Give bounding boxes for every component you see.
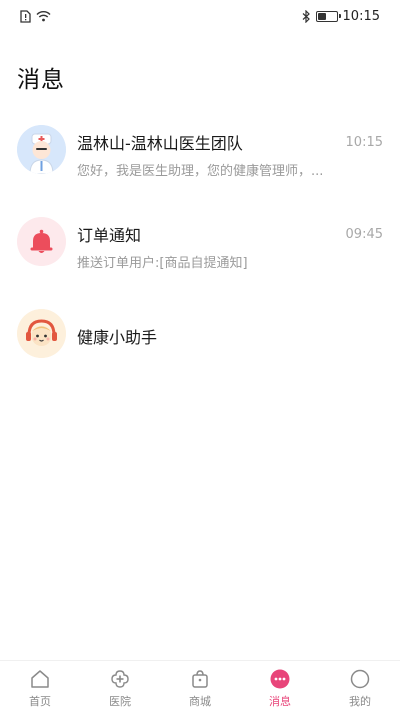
tab-profile[interactable]: 我的 (320, 661, 400, 711)
conversation-name: 温林山-温林山医生团队 (77, 134, 243, 153)
doctor-avatar-icon (17, 125, 66, 174)
shop-bag-icon (189, 668, 211, 690)
home-icon (29, 668, 51, 690)
conversation-content: 温林山-温林山医生团队 10:15 您好，我是医生助理，您的健康管理师，... (77, 125, 383, 179)
conversation-content: 健康小助手 (77, 309, 383, 348)
bottom-tabbar: 首页 医院 商城 消息 我的 (0, 660, 400, 711)
conversation-list: 温林山-温林山医生团队 10:15 您好，我是医生助理，您的健康管理师，... … (0, 118, 400, 394)
hospital-icon (109, 668, 131, 690)
conversation-item-order-notice[interactable]: 订单通知 09:45 推送订单用户:[商品自提通知] (0, 210, 400, 302)
bell-icon (17, 217, 66, 266)
conversation-preview: 推送订单用户:[商品自提通知] (77, 256, 248, 271)
tab-label: 我的 (349, 695, 371, 708)
conversation-time: 10:15 (345, 134, 383, 150)
battery-level (317, 12, 326, 20)
conversation-item-health-assistant[interactable]: 健康小助手 (0, 302, 400, 394)
page-title: 消息 (17, 67, 65, 93)
tab-label: 消息 (269, 695, 291, 708)
status-bar: 10:15 (0, 0, 400, 32)
tab-messages[interactable]: 消息 (240, 661, 320, 711)
conversation-name: 订单通知 (77, 226, 142, 245)
conversation-time: 09:45 (345, 226, 383, 242)
tab-shop[interactable]: 商城 (160, 661, 240, 711)
sim-alert-icon (20, 9, 31, 23)
conversation-name: 健康小助手 (77, 328, 158, 347)
wifi-icon (36, 10, 51, 22)
conversation-item-doctor-team[interactable]: 温林山-温林山医生团队 10:15 您好，我是医生助理，您的健康管理师，... (0, 118, 400, 210)
tab-label: 医院 (109, 695, 131, 708)
bluetooth-icon (302, 9, 311, 23)
tab-label: 首页 (29, 695, 51, 708)
status-right: 10:15 (302, 9, 380, 24)
assistant-avatar-icon (17, 309, 66, 358)
status-left (20, 9, 51, 23)
battery-icon (315, 10, 341, 22)
conversation-content: 订单通知 09:45 推送订单用户:[商品自提通知] (77, 217, 383, 271)
tab-label: 商城 (189, 695, 211, 708)
profile-icon (349, 668, 371, 690)
status-time: 10:15 (342, 8, 380, 24)
tab-hospital[interactable]: 医院 (80, 661, 160, 711)
tab-home[interactable]: 首页 (0, 661, 80, 711)
conversation-preview: 您好，我是医生助理，您的健康管理师，... (77, 164, 324, 179)
message-icon (269, 668, 291, 690)
